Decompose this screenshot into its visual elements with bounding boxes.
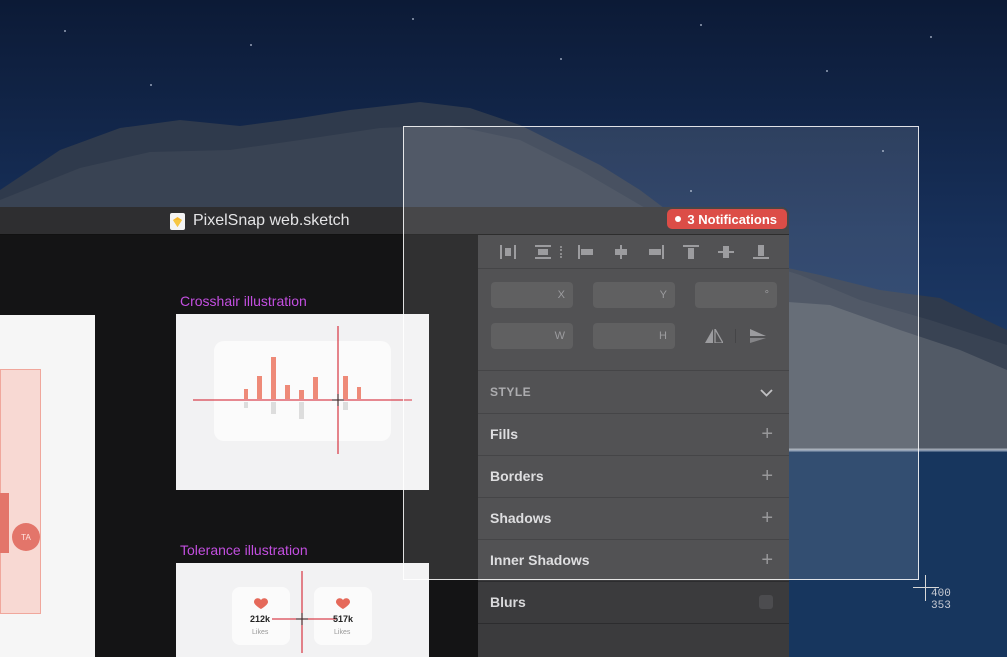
- blurs-label: Blurs: [490, 594, 526, 610]
- measurement-width: 400: [931, 588, 951, 600]
- blur-checkbox[interactable]: [759, 595, 773, 609]
- ta-badge: TA: [12, 523, 40, 551]
- measurement-readout: 400 353: [931, 588, 951, 612]
- tolerance-value-2: 517k: [333, 614, 354, 624]
- tolerance-value-1: 212k: [250, 614, 271, 624]
- sketch-file-icon: [170, 212, 185, 230]
- artboard-crosshair[interactable]: [176, 314, 429, 490]
- artboard-partial[interactable]: TA: [0, 315, 95, 657]
- tolerance-illustration: [232, 571, 372, 653]
- measurement-height: 353: [931, 600, 951, 612]
- window-title-text: PixelSnap web.sketch: [193, 212, 350, 229]
- crosshair-illustration: [193, 326, 412, 454]
- artboard-tolerance[interactable]: 212k Likes 517k Likes: [176, 563, 429, 657]
- artboard-label-tolerance[interactable]: Tolerance illustration: [180, 542, 308, 558]
- logo-bar: [0, 493, 9, 553]
- blurs-section[interactable]: Blurs: [478, 581, 789, 623]
- artboard-label-crosshair[interactable]: Crosshair illustration: [180, 293, 307, 309]
- tolerance-label-1: Likes: [252, 629, 269, 636]
- window-title: PixelSnap web.sketch: [170, 211, 350, 231]
- pixelsnap-selection-rect[interactable]: [403, 126, 919, 580]
- tolerance-label-2: Likes: [334, 629, 351, 636]
- divider: [478, 623, 789, 624]
- pink-frame: [0, 369, 41, 614]
